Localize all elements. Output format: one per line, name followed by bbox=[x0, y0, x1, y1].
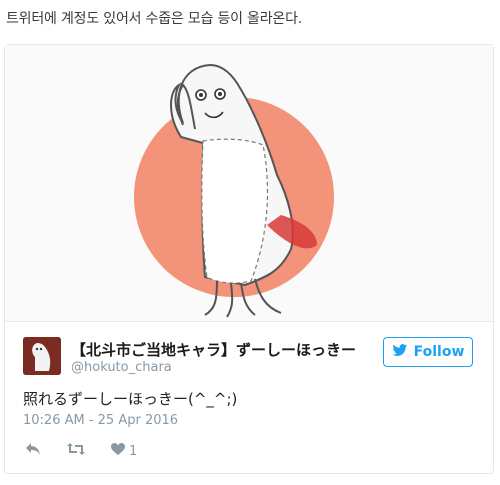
like-count: 1 bbox=[129, 443, 138, 459]
tweet-actions: 1 bbox=[25, 441, 137, 461]
avatar[interactable] bbox=[23, 337, 61, 375]
follow-label: Follow bbox=[413, 344, 465, 360]
display-name[interactable]: 【北斗市ご当地キャラ】ずーしーほっきー bbox=[71, 339, 356, 360]
tweet-image[interactable] bbox=[5, 45, 493, 322]
retweet-icon bbox=[67, 442, 85, 460]
user-handle[interactable]: @hokuto_chara bbox=[71, 360, 172, 375]
reply-icon bbox=[25, 442, 41, 460]
mascot-illustration bbox=[134, 63, 334, 318]
reply-button[interactable] bbox=[25, 442, 41, 460]
tweet-text: 照れるずーしーほっきー(^_^;) bbox=[23, 390, 238, 408]
retweet-button[interactable] bbox=[67, 442, 85, 460]
article-caption: 트위터에 계정도 있어서 수줍은 모습 등이 올라온다. bbox=[6, 11, 303, 27]
follow-button[interactable]: Follow bbox=[383, 337, 473, 367]
embedded-tweet-card: 【北斗市ご当地キャラ】ずーしーほっきー @hokuto_chara Follow… bbox=[4, 44, 494, 474]
tweet-timestamp[interactable]: 10:26 AM - 25 Apr 2016 bbox=[23, 413, 178, 428]
like-button[interactable]: 1 bbox=[111, 442, 138, 460]
twitter-bird-icon bbox=[392, 343, 408, 361]
heart-icon bbox=[111, 442, 125, 460]
